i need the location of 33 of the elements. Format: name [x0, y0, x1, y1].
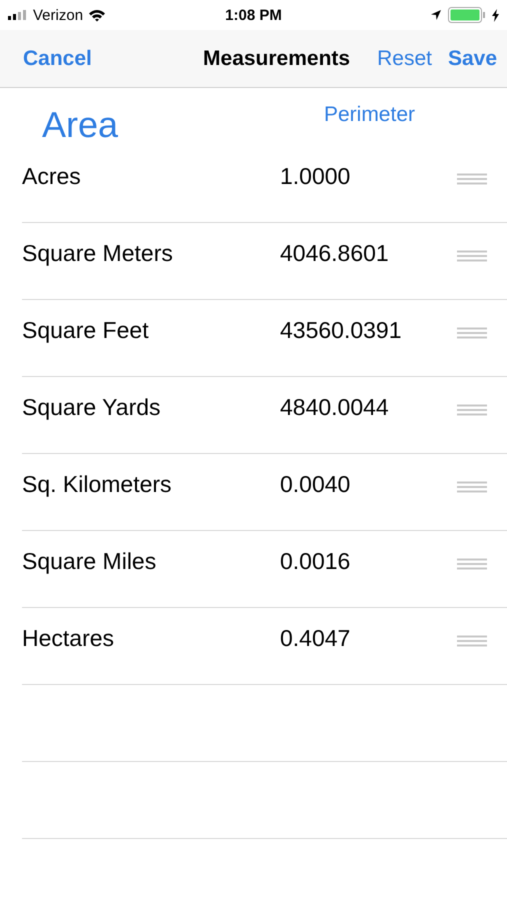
- reorder-handle-icon[interactable]: [457, 635, 487, 647]
- reorder-handle-icon[interactable]: [457, 327, 487, 339]
- status-time: 1:08 PM: [224, 6, 283, 24]
- reorder-handle-icon[interactable]: [457, 558, 487, 570]
- unit-label: Acres: [22, 162, 82, 190]
- reorder-handle-icon[interactable]: [457, 173, 487, 185]
- nav-title: Measurements: [203, 46, 350, 70]
- unit-value: 1.0000: [280, 162, 352, 190]
- unit-value: 4840.0044: [280, 393, 390, 421]
- unit-value: 0.4047: [280, 624, 352, 652]
- unit-label: Square Yards: [22, 393, 162, 421]
- location-arrow-icon: [430, 9, 442, 21]
- unit-label: Sq. Kilometers: [22, 470, 173, 498]
- signal-icon: [8, 10, 28, 20]
- unit-label: Square Miles: [22, 547, 158, 575]
- save-button[interactable]: Save: [448, 46, 497, 70]
- reorder-handle-icon[interactable]: [457, 404, 487, 416]
- unit-label: Square Feet: [22, 316, 150, 344]
- unit-value: 4046.8601: [280, 239, 390, 267]
- reset-button[interactable]: Reset: [377, 46, 432, 70]
- battery-icon: [448, 7, 486, 23]
- unit-label: Square Meters: [22, 239, 174, 267]
- unit-value: 0.0040: [280, 470, 352, 498]
- category-tab[interactable]: Area: [42, 104, 118, 146]
- unit-label: Hectares: [22, 624, 116, 652]
- reorder-handle-icon[interactable]: [457, 481, 487, 493]
- category-tab[interactable]: Perimeter: [324, 103, 415, 127]
- wifi-icon: [88, 8, 106, 22]
- reorder-handle-icon[interactable]: [457, 250, 487, 262]
- unit-value: 0.0016: [280, 547, 352, 575]
- unit-value: 43560.0391: [280, 316, 403, 344]
- carrier-name: Verizon: [33, 6, 84, 24]
- cancel-button[interactable]: Cancel: [23, 46, 92, 70]
